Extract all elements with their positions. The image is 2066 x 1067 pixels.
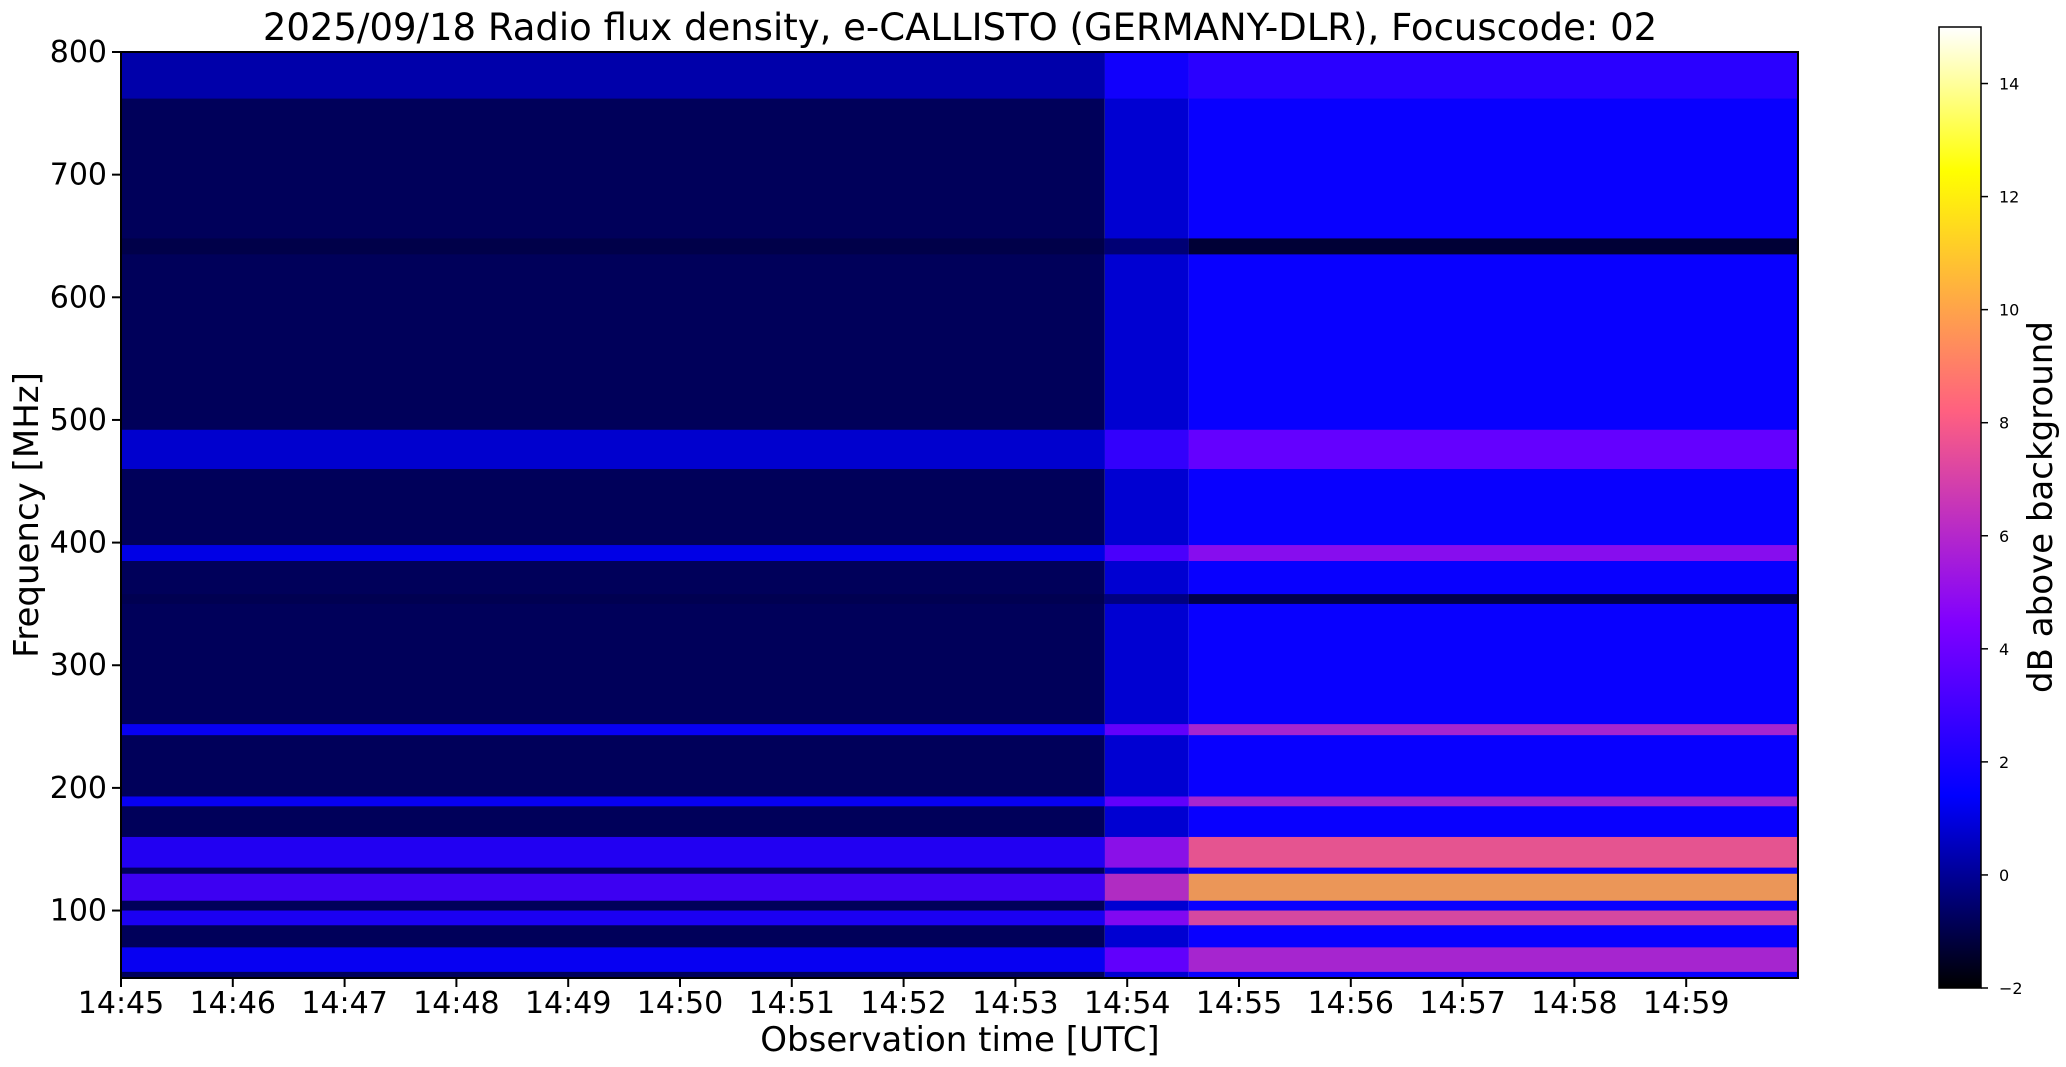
colorbar-tick-label: −2 <box>1999 979 2023 998</box>
y-tick-label: 700 <box>50 158 107 193</box>
x-tick-label: 14:52 <box>860 986 946 1021</box>
band-0-0 <box>121 52 1105 99</box>
band-2-10 <box>1188 947 1798 972</box>
x-tick-label: 14:48 <box>413 986 499 1021</box>
y-axis-label: Frequency [MHz] <box>7 372 47 658</box>
x-axis-ticks: 14:45 14:46 14:47 14:48 14:49 14:50 14:51 14:52… <box>78 978 1729 1021</box>
x-axis-label: Observation time [UTC] <box>760 1020 1159 1060</box>
colorbar-tick-label: 0 <box>1999 866 2009 885</box>
colorbar-label: dB above background <box>2021 321 2061 693</box>
x-tick-label: 14:54 <box>1084 986 1170 1021</box>
x-tick-label: 14:47 <box>301 986 387 1021</box>
y-axis-ticks: 100 200 300 400 500 600 700 800 <box>50 35 121 929</box>
band-2-1 <box>1188 238 1798 255</box>
band-0-5 <box>121 724 1105 736</box>
colorbar-tick-label: 14 <box>1999 75 2019 94</box>
band-2-7 <box>1188 836 1798 868</box>
colorbar-tick-label: 10 <box>1999 301 2019 320</box>
x-tick-label: 14:49 <box>525 986 611 1021</box>
band-1-10 <box>1104 947 1189 972</box>
colorbar <box>1938 26 1982 989</box>
band-0-4 <box>121 594 1105 604</box>
colorbar-tick-label: 8 <box>1999 414 2009 433</box>
x-tick-label: 14:50 <box>637 986 723 1021</box>
band-1-9 <box>1104 910 1189 926</box>
band-1-4 <box>1104 594 1189 604</box>
band-2-2 <box>1188 429 1798 470</box>
band-0-9 <box>121 910 1105 926</box>
band-1-5 <box>1104 724 1189 736</box>
x-tick-label: 14:55 <box>1196 986 1282 1021</box>
x-tick-label: 14:53 <box>972 986 1058 1021</box>
band-2-6 <box>1188 796 1798 807</box>
y-tick-label: 600 <box>50 280 107 315</box>
band-1-3 <box>1104 545 1189 561</box>
x-tick-label: 14:59 <box>1643 986 1729 1021</box>
y-tick-label: 400 <box>50 526 107 561</box>
band-1-7 <box>1104 836 1189 868</box>
colorbar-tick-label: 12 <box>1999 188 2019 207</box>
band-0-3 <box>121 545 1105 561</box>
x-tick-label: 14:45 <box>78 986 164 1021</box>
y-tick-label: 100 <box>50 894 107 929</box>
x-tick-label: 14:56 <box>1308 986 1394 1021</box>
band-1-6 <box>1104 796 1189 807</box>
band-1-8 <box>1104 873 1189 901</box>
colorbar-tick-label: 4 <box>1999 640 2009 659</box>
band-2-3 <box>1188 545 1798 561</box>
x-tick-label: 14:51 <box>749 986 835 1021</box>
band-0-7 <box>121 836 1105 868</box>
colorbar-tick-label: 6 <box>1999 527 2009 546</box>
colorbar-tick-label: 2 <box>1999 753 2009 772</box>
spectrogram-chart: 2025/09/18 Radio flux density, e-CALLIST… <box>7 6 2061 1060</box>
band-0-1 <box>121 238 1105 255</box>
band-0-6 <box>121 796 1105 807</box>
spectrogram-plot-area <box>121 52 1798 978</box>
band-0-2 <box>121 429 1105 470</box>
colorbar-ticks: −2 0 2 4 6 8 10 12 14 <box>1981 75 2023 998</box>
band-1-2 <box>1104 429 1189 470</box>
y-tick-label: 300 <box>50 648 107 683</box>
band-2-9 <box>1188 910 1798 926</box>
y-tick-label: 800 <box>50 35 107 70</box>
y-tick-label: 500 <box>50 403 107 438</box>
band-2-5 <box>1188 724 1798 736</box>
band-0-10 <box>121 947 1105 972</box>
x-tick-label: 14:58 <box>1531 986 1617 1021</box>
band-0-8 <box>121 873 1105 901</box>
band-2-0 <box>1188 52 1798 99</box>
band-2-8 <box>1188 873 1798 901</box>
chart-title: 2025/09/18 Radio flux density, e-CALLIST… <box>263 6 1657 49</box>
band-1-0 <box>1104 52 1189 99</box>
band-1-1 <box>1104 238 1189 255</box>
x-tick-label: 14:46 <box>190 986 276 1021</box>
band-2-4 <box>1188 594 1798 604</box>
x-tick-label: 14:57 <box>1419 986 1505 1021</box>
y-tick-label: 200 <box>50 771 107 806</box>
